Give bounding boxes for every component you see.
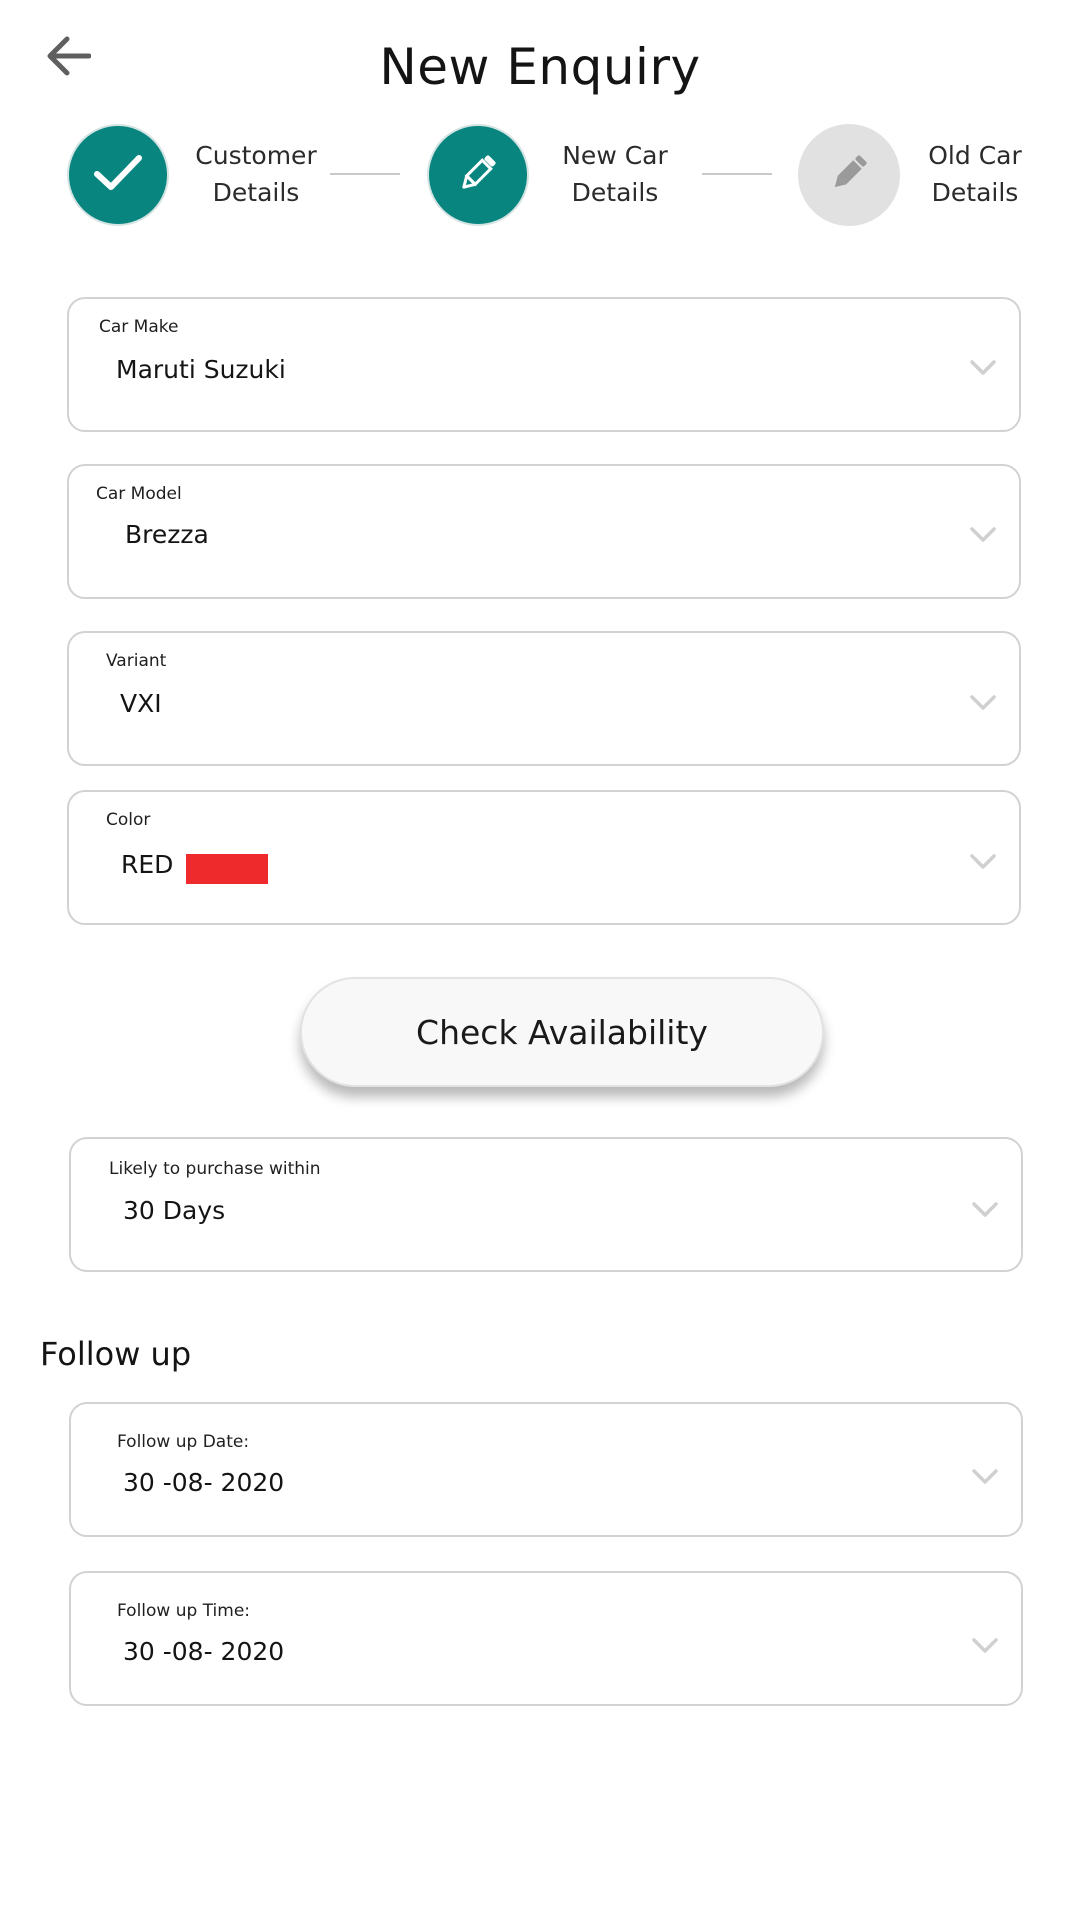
step-label-customer-details: Customer Details	[195, 141, 317, 207]
check-icon	[93, 153, 143, 197]
check-availability-button[interactable]: Check Availability	[300, 977, 824, 1087]
follow-up-time-field[interactable]: Follow up Time: 30 -08- 2020	[69, 1571, 1023, 1706]
field-value: VXI	[120, 689, 162, 718]
field-label: Follow up Date:	[117, 1432, 250, 1452]
chevron-down-icon	[969, 853, 997, 871]
follow-up-date-field[interactable]: Follow up Date: 30 -08- 2020	[69, 1402, 1023, 1537]
car-model-dropdown[interactable]: Car Model Brezza	[67, 464, 1021, 599]
purchase-within-dropdown[interactable]: Likely to purchase within 30 Days	[69, 1137, 1023, 1272]
step-label-old-car-details: Old Car Details	[928, 141, 1022, 207]
chevron-down-icon	[971, 1637, 999, 1655]
field-label: Variant	[106, 651, 167, 671]
chevron-down-icon	[969, 526, 997, 544]
field-value: Brezza	[125, 520, 209, 549]
step-new-car-details[interactable]	[427, 124, 529, 226]
field-label: Follow up Time:	[117, 1601, 251, 1621]
chevron-down-icon	[971, 1201, 999, 1219]
car-make-dropdown[interactable]: Car Make Maruti Suzuki	[67, 297, 1021, 432]
pencil-icon	[827, 151, 871, 199]
step-old-car-details[interactable]	[798, 124, 900, 226]
field-value: 30 -08- 2020	[123, 1468, 285, 1497]
step-connector	[330, 173, 400, 175]
field-value: 30 -08- 2020	[123, 1637, 285, 1666]
chevron-down-icon	[969, 359, 997, 377]
color-dropdown[interactable]: Color RED	[67, 790, 1021, 925]
step-customer-details[interactable]	[67, 124, 169, 226]
chevron-down-icon	[969, 694, 997, 712]
field-value: 30 Days	[123, 1196, 226, 1225]
field-label: Car Make	[99, 317, 179, 337]
field-label: Color	[106, 810, 151, 830]
step-label-new-car-details: New Car Details	[562, 141, 668, 207]
follow-up-heading: Follow up	[40, 1335, 192, 1373]
variant-dropdown[interactable]: Variant VXI	[67, 631, 1021, 766]
field-label: Likely to purchase within	[109, 1159, 321, 1179]
pencil-icon	[456, 151, 500, 199]
field-value: RED	[121, 850, 174, 879]
field-label: Car Model	[96, 484, 182, 504]
chevron-down-icon	[971, 1468, 999, 1486]
step-connector	[702, 173, 772, 175]
page-title: New Enquiry	[379, 38, 701, 96]
color-swatch	[186, 854, 268, 884]
field-value: Maruti Suzuki	[116, 355, 286, 384]
